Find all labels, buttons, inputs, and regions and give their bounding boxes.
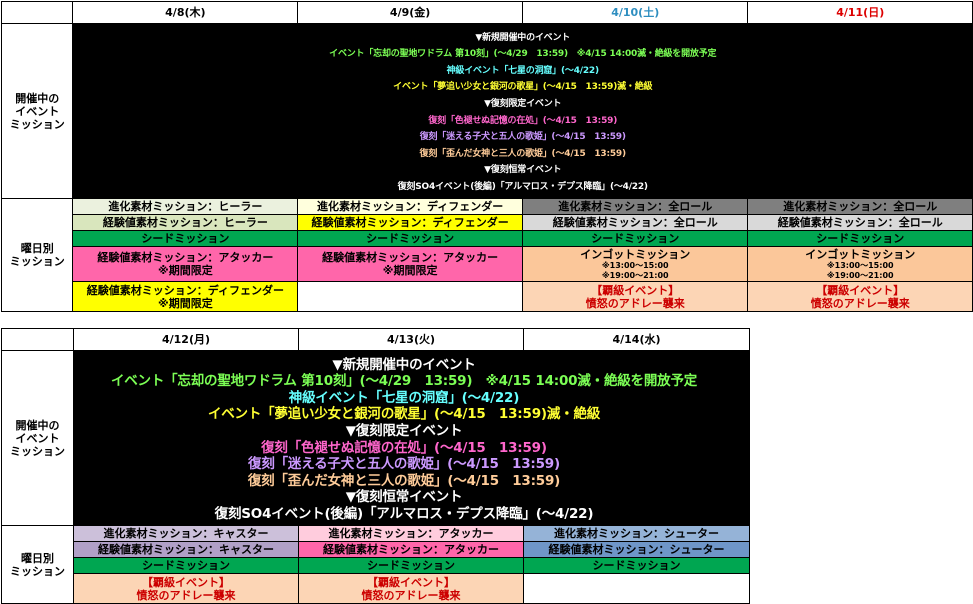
mission-text: 【覇級イベント】 <box>367 575 455 589</box>
mission-evo: 進化素材ミッション：シューター <box>523 525 750 542</box>
mission-note: ※期間限定 <box>382 264 438 277</box>
event-item: 復刻「色褪せぬ記憶の在処」(～4/15 13:59) <box>261 439 547 456</box>
event-item: イベント「忘却の聖地ワドラム 第10刻」(～4/29 13:59) ※4/15 … <box>329 49 717 60</box>
date-header: 4/9(金) <box>297 1 523 24</box>
mission-empty <box>297 281 523 312</box>
mission-defender-limited: 経験値素材ミッション：ディフェンダー ※期間限定 <box>72 281 299 312</box>
event-item: イベント「夢追い少女と銀河の歌星」(～4/15 13:59)滅・絶級 <box>393 82 653 93</box>
row-label-events-text: 開催中の イベント ミッション <box>9 91 65 131</box>
date-header: 4/12(月) <box>73 328 299 351</box>
row-label-daily-text: 曜日別 ミッション <box>9 242 65 268</box>
mission-note: 憤怒のアドレー襲来 <box>585 296 685 310</box>
schedule-table-week2: 4/12(月) 4/13(火) 4/14(水) 開催中の イベント ミッション … <box>1 328 750 604</box>
event-section-header: ▼新規開催中のイベント <box>332 356 476 373</box>
mission-evo: 進化素材ミッション：全ロール <box>747 198 973 215</box>
mission-ingot: インゴットミッション ※13:00～15:00 ※19:00～21:00 <box>747 246 973 282</box>
mission-time-note: ※19:00～21:00 <box>601 270 669 280</box>
event-item: 復刻「迷える子犬と五人の歌姫」(～4/15 13:59) <box>419 132 626 143</box>
event-item: 神級イベント「七星の洞窟」(～4/22) <box>288 389 520 406</box>
mission-time-note: ※19:00～21:00 <box>826 270 894 280</box>
row-label-events: 開催中の イベント ミッション <box>0 23 74 199</box>
event-section-header: ▼復刻恒常イベント <box>345 489 463 506</box>
mission-exp: 経験値素材ミッション：全ロール <box>521 214 749 231</box>
mission-exp: 経験値素材ミッション：キャスター <box>73 541 299 558</box>
mission-text: 経験値素材ミッション：ディフェンダー <box>86 283 284 297</box>
mission-exp: 経験値素材ミッション：ヒーラー <box>72 214 299 231</box>
event-section-header: ▼復刻恒常イベント <box>484 165 562 176</box>
mission-haki-event: 【覇級イベント】 憤怒のアドレー襲来 <box>298 573 524 604</box>
mission-evo: 進化素材ミッション：アタッカー <box>298 525 524 542</box>
mission-note: 憤怒のアドレー襲来 <box>361 588 461 602</box>
mission-time-note: ※13:00～15:00 <box>601 260 669 270</box>
date-header-saturday: 4/10(土) <box>521 1 749 24</box>
schedule-table-week1: 4/8(木) 4/9(金) 4/10(土) 4/11(日) 開催中の イベント … <box>0 1 973 312</box>
mission-seed: シードミッション <box>521 230 749 247</box>
date-header-sunday: 4/11(日) <box>747 1 973 24</box>
event-item: 復刻SO4イベント(後編)「アルマロス・デプス降臨」(～4/22) <box>214 505 594 522</box>
mission-seed: シードミッション <box>297 230 523 247</box>
mission-seed: シードミッション <box>73 557 299 574</box>
mission-seed: シードミッション <box>72 230 299 247</box>
mission-text: 【覇級イベント】 <box>142 575 230 589</box>
mission-ingot: インゴットミッション ※13:00～15:00 ※19:00～21:00 <box>521 246 749 282</box>
mission-time-note: ※13:00～15:00 <box>826 260 894 270</box>
mission-evo: 進化素材ミッション：全ロール <box>521 198 749 215</box>
mission-evo: 進化素材ミッション：ディフェンダー <box>297 198 523 215</box>
corner-cell <box>1 328 74 351</box>
mission-seed: シードミッション <box>523 557 750 574</box>
row-label-daily-text: 曜日別 ミッション <box>10 551 65 578</box>
mission-text: 経験値素材ミッション：アタッカー <box>322 251 499 264</box>
mission-note: ※期間限定 <box>158 296 213 310</box>
mission-attacker-limited: 経験値素材ミッション：アタッカー ※期間限定 <box>72 246 299 282</box>
row-label-daily: 曜日別 ミッション <box>0 198 74 312</box>
row-label-daily: 曜日別 ミッション <box>1 525 74 604</box>
mission-exp: 経験値素材ミッション：アタッカー <box>298 541 524 558</box>
mission-note: 憤怒のアドレー襲来 <box>136 588 236 602</box>
mission-haki-event: 【覇級イベント】 憤怒のアドレー襲来 <box>521 281 749 312</box>
row-label-events-text: 開催中の イベント ミッション <box>10 418 65 458</box>
mission-evo: 進化素材ミッション：ヒーラー <box>72 198 299 215</box>
event-item: 神級イベント「七星の洞窟」(～4/22) <box>446 65 600 76</box>
date-header: 4/14(水) <box>523 328 750 351</box>
event-item: 復刻「歪んだ女神と三人の歌姫」(～4/15 13:59) <box>419 148 627 159</box>
event-list: ▼新規開催中のイベント イベント「忘却の聖地ワドラム 第10刻」(～4/29 1… <box>72 23 973 199</box>
mission-exp: 経験値素材ミッション：ディフェンダー <box>297 214 523 231</box>
mission-exp: 経験値素材ミッション：全ロール <box>747 214 973 231</box>
event-list: ▼新規開催中のイベント イベント「忘却の聖地ワドラム 第10刻」(～4/29 1… <box>73 350 750 526</box>
corner-cell <box>0 1 74 24</box>
date-header: 4/8(木) <box>72 1 299 24</box>
mission-seed: シードミッション <box>747 230 973 247</box>
mission-text: インゴットミッション <box>805 247 916 261</box>
mission-haki-event: 【覇級イベント】 憤怒のアドレー襲来 <box>73 573 299 604</box>
mission-attacker-limited: 経験値素材ミッション：アタッカー ※期間限定 <box>297 246 523 282</box>
mission-note: ※期間限定 <box>158 264 213 277</box>
event-item: 復刻「色褪せぬ記憶の在処」(～4/15 13:59) <box>428 115 618 126</box>
mission-exp: 経験値素材ミッション：シューター <box>523 541 750 558</box>
mission-evo: 進化素材ミッション：キャスター <box>73 525 299 542</box>
mission-text: 経験値素材ミッション：アタッカー <box>97 251 274 264</box>
event-item: イベント「忘却の聖地ワドラム 第10刻」(～4/29 13:59) ※4/15 … <box>110 373 698 390</box>
mission-note: 憤怒のアドレー襲来 <box>810 296 910 310</box>
date-header: 4/13(火) <box>298 328 524 351</box>
event-item: 復刻「迷える子犬と五人の歌姫」(～4/15 13:59) <box>248 456 560 473</box>
mission-seed: シードミッション <box>298 557 524 574</box>
mission-haki-event: 【覇級イベント】 憤怒のアドレー襲来 <box>747 281 973 312</box>
mission-text: 【覇級イベント】 <box>816 283 905 297</box>
event-item: イベント「夢追い少女と銀河の歌星」(～4/15 13:59)滅・絶級 <box>207 406 601 423</box>
event-section-header: ▼復刻限定イベント <box>345 422 463 439</box>
mission-empty <box>523 573 750 604</box>
event-section-header: ▼復刻限定イベント <box>484 98 562 109</box>
row-label-events: 開催中の イベント ミッション <box>1 350 74 526</box>
event-section-header: ▼新規開催中のイベント <box>475 32 571 43</box>
event-item: 復刻「歪んだ女神と三人の歌姫」(～4/15 13:59) <box>247 472 561 489</box>
event-item: 復刻SO4イベント(後編)「アルマロス・デプス降臨」(～4/22) <box>397 181 648 192</box>
mission-text: インゴットミッション <box>580 247 691 261</box>
mission-text: 【覇級イベント】 <box>591 283 680 297</box>
